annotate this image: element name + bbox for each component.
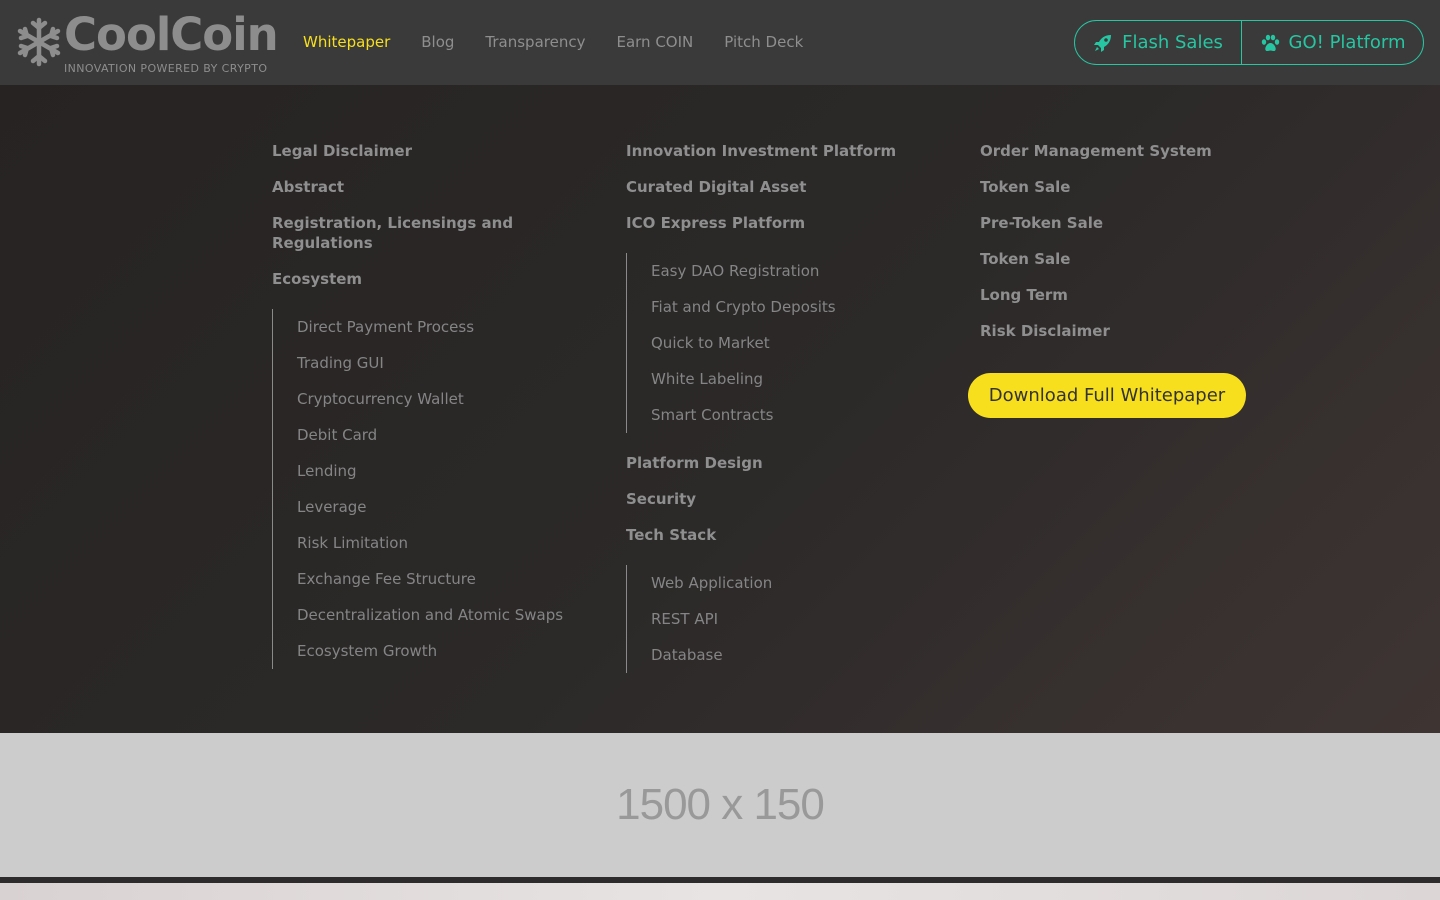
toc-crypto-wallet[interactable]: Cryptocurrency Wallet bbox=[297, 389, 464, 409]
snowflake-icon bbox=[17, 17, 61, 67]
toc-debit-card[interactable]: Debit Card bbox=[297, 425, 377, 445]
nav-whitepaper[interactable]: Whitepaper bbox=[303, 33, 390, 51]
toc-token-sale-2[interactable]: Token Sale bbox=[980, 249, 1070, 269]
main-nav: Whitepaper Blog Transparency Earn COIN P… bbox=[303, 33, 834, 51]
toc-pre-token-sale[interactable]: Pre-Token Sale bbox=[980, 213, 1103, 233]
toc-curated-asset[interactable]: Curated Digital Asset bbox=[626, 177, 806, 197]
toc-tech-stack[interactable]: Tech Stack bbox=[626, 525, 716, 545]
toc-security[interactable]: Security bbox=[626, 489, 696, 509]
nav-pitch-deck[interactable]: Pitch Deck bbox=[724, 33, 803, 51]
toc-legal-disclaimer[interactable]: Legal Disclaimer bbox=[272, 141, 412, 161]
toc-white-labeling[interactable]: White Labeling bbox=[651, 369, 763, 389]
toc-fiat-deposits[interactable]: Fiat and Crypto Deposits bbox=[651, 297, 836, 317]
nav-blog[interactable]: Blog bbox=[421, 33, 454, 51]
toc-dao-registration[interactable]: Easy DAO Registration bbox=[651, 261, 819, 281]
toc-decentralization[interactable]: Decentralization and Atomic Swaps bbox=[297, 605, 563, 625]
cta-button-group: Flash Sales GO! Platform bbox=[1074, 20, 1424, 65]
toc-leverage[interactable]: Leverage bbox=[297, 497, 367, 517]
toc-registration[interactable]: Registration, Licensings and Regulations bbox=[272, 213, 532, 253]
toc-web-application[interactable]: Web Application bbox=[651, 573, 772, 593]
banner-placeholder: 1500 x 150 bbox=[0, 733, 1440, 877]
toc-platform-design[interactable]: Platform Design bbox=[626, 453, 763, 473]
toc-exchange-fee[interactable]: Exchange Fee Structure bbox=[297, 569, 476, 589]
brand-name: CoolCoin bbox=[64, 8, 279, 61]
toc-trading-gui[interactable]: Trading GUI bbox=[297, 353, 384, 373]
flash-sales-button[interactable]: Flash Sales bbox=[1075, 21, 1242, 64]
toc-ecosystem[interactable]: Ecosystem bbox=[272, 269, 362, 289]
toc-direct-payment[interactable]: Direct Payment Process bbox=[297, 317, 474, 337]
toc-database[interactable]: Database bbox=[651, 645, 723, 665]
rocket-icon bbox=[1094, 34, 1112, 52]
toc-order-management[interactable]: Order Management System bbox=[980, 141, 1212, 161]
ecosystem-sublist: Direct Payment Process Trading GUI Crypt… bbox=[272, 309, 563, 669]
whitepaper-toc: Legal Disclaimer Abstract Registration, … bbox=[0, 85, 1440, 733]
toc-abstract[interactable]: Abstract bbox=[272, 177, 344, 197]
toc-smart-contracts[interactable]: Smart Contracts bbox=[651, 405, 773, 425]
download-whitepaper-button[interactable]: Download Full Whitepaper bbox=[968, 373, 1246, 418]
flash-sales-label: Flash Sales bbox=[1122, 32, 1223, 53]
tech-stack-sublist: Web Application REST API Database bbox=[626, 565, 772, 673]
next-section-strip bbox=[0, 883, 1440, 900]
toc-ico-express[interactable]: ICO Express Platform bbox=[626, 213, 805, 233]
toc-risk-limitation[interactable]: Risk Limitation bbox=[297, 533, 408, 553]
go-platform-button[interactable]: GO! Platform bbox=[1242, 21, 1423, 64]
nav-earn-coin[interactable]: Earn COIN bbox=[616, 33, 693, 51]
nav-transparency[interactable]: Transparency bbox=[485, 33, 585, 51]
toc-token-sale[interactable]: Token Sale bbox=[980, 177, 1070, 197]
site-header: CoolCoin INNOVATION POWERED BY CRYPTO Wh… bbox=[0, 0, 1440, 85]
brand-logo[interactable]: CoolCoin INNOVATION POWERED BY CRYPTO bbox=[16, 8, 279, 78]
toc-lending[interactable]: Lending bbox=[297, 461, 357, 481]
toc-quick-to-market[interactable]: Quick to Market bbox=[651, 333, 770, 353]
toc-innovation-platform[interactable]: Innovation Investment Platform bbox=[626, 141, 896, 161]
brand-tagline: INNOVATION POWERED BY CRYPTO bbox=[64, 62, 268, 75]
go-platform-label: GO! Platform bbox=[1288, 32, 1406, 53]
toc-long-term[interactable]: Long Term bbox=[980, 285, 1068, 305]
toc-risk-disclaimer[interactable]: Risk Disclaimer bbox=[980, 321, 1110, 341]
toc-rest-api[interactable]: REST API bbox=[651, 609, 718, 629]
ico-sublist: Easy DAO Registration Fiat and Crypto De… bbox=[626, 253, 836, 433]
toc-ecosystem-growth[interactable]: Ecosystem Growth bbox=[297, 641, 437, 661]
banner-placeholder-text: 1500 x 150 bbox=[616, 780, 825, 829]
paw-icon bbox=[1261, 34, 1279, 51]
